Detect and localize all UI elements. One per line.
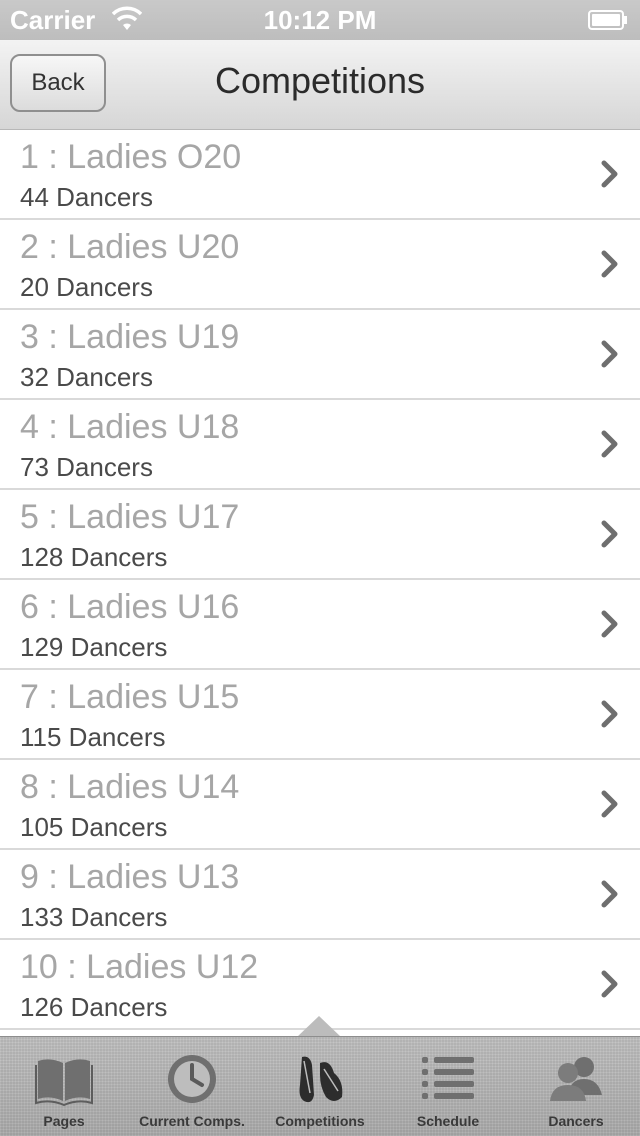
chevron-right-icon	[601, 520, 618, 548]
competition-title: 1 : Ladies O20	[20, 138, 242, 176]
dance-shoes-icon	[299, 1056, 343, 1103]
competition-title: 8 : Ladies U14	[20, 768, 240, 806]
chevron-right-icon	[601, 700, 618, 728]
list-item[interactable]: 3 : Ladies U19 32 Dancers	[0, 310, 640, 400]
battery-icon	[588, 10, 627, 30]
list-item[interactable]: 2 : Ladies U20 20 Dancers	[0, 220, 640, 310]
list-item[interactable]: 7 : Ladies U15 115 Dancers	[0, 670, 640, 760]
tab-pages[interactable]: Pages	[0, 1037, 128, 1136]
tab-current-comps[interactable]: Current Comps.	[128, 1037, 256, 1136]
dancer-count: 133 Dancers	[20, 902, 168, 932]
dancer-count: 128 Dancers	[20, 542, 168, 572]
list-item[interactable]: 1 : Ladies O20 44 Dancers	[0, 130, 640, 220]
chevron-right-icon	[601, 340, 618, 368]
dancer-count: 32 Dancers	[20, 362, 153, 392]
competition-title: 4 : Ladies U18	[20, 408, 240, 446]
list-icon	[422, 1057, 474, 1099]
list-item[interactable]: 6 : Ladies U16 129 Dancers	[0, 580, 640, 670]
book-icon	[35, 1059, 93, 1107]
navigation-bar: Back Competitions	[0, 40, 640, 130]
list-item[interactable]: 9 : Ladies U13 133 Dancers	[0, 850, 640, 940]
competition-title: 6 : Ladies U16	[20, 588, 240, 626]
dancer-count: 105 Dancers	[20, 812, 168, 842]
tab-label: Pages	[43, 1113, 85, 1129]
chevron-right-icon	[601, 430, 618, 458]
dancer-count: 20 Dancers	[20, 272, 153, 302]
tab-label: Competitions	[275, 1113, 365, 1129]
tab-schedule[interactable]: Schedule	[384, 1037, 512, 1136]
tab-bar: Pages Current Comps. Competitions Schedu…	[0, 1036, 640, 1136]
chevron-right-icon	[601, 250, 618, 278]
competition-title: 3 : Ladies U19	[20, 318, 240, 356]
dancer-count: 126 Dancers	[20, 992, 168, 1022]
tab-label: Dancers	[548, 1113, 604, 1129]
status-time: 10:12 PM	[263, 5, 377, 35]
dancer-count: 73 Dancers	[20, 452, 153, 482]
competition-list[interactable]: 1 : Ladies O20 44 Dancers 2 : Ladies U20…	[0, 130, 640, 1036]
dancer-count: 44 Dancers	[20, 182, 153, 212]
tab-competitions[interactable]: Competitions	[256, 1037, 384, 1136]
chevron-right-icon	[601, 610, 618, 638]
competition-title: 2 : Ladies U20	[20, 228, 240, 266]
competition-title: 10 : Ladies U12	[20, 948, 259, 986]
list-item[interactable]: 4 : Ladies U18 73 Dancers	[0, 400, 640, 490]
chevron-right-icon	[601, 970, 618, 998]
selected-tab-indicator	[297, 1016, 341, 1037]
list-item[interactable]: 8 : Ladies U14 105 Dancers	[0, 760, 640, 850]
page-title: Competitions	[214, 60, 426, 101]
list-item[interactable]: 5 : Ladies U17 128 Dancers	[0, 490, 640, 580]
competition-title: 9 : Ladies U13	[20, 858, 240, 896]
chevron-right-icon	[601, 880, 618, 908]
chevron-right-icon	[601, 790, 618, 818]
people-icon	[550, 1057, 602, 1101]
competition-title: 7 : Ladies U15	[20, 678, 240, 716]
tab-dancers[interactable]: Dancers	[512, 1037, 640, 1136]
status-bar: Carrier 10:12 PM	[0, 0, 640, 40]
dancer-count: 129 Dancers	[20, 632, 168, 662]
tab-label: Schedule	[416, 1113, 480, 1129]
competition-title: 5 : Ladies U17	[20, 498, 240, 536]
chevron-right-icon	[601, 160, 618, 188]
dancer-count: 115 Dancers	[20, 722, 166, 752]
clock-icon	[168, 1055, 216, 1103]
tab-label: Current Comps.	[139, 1113, 245, 1129]
